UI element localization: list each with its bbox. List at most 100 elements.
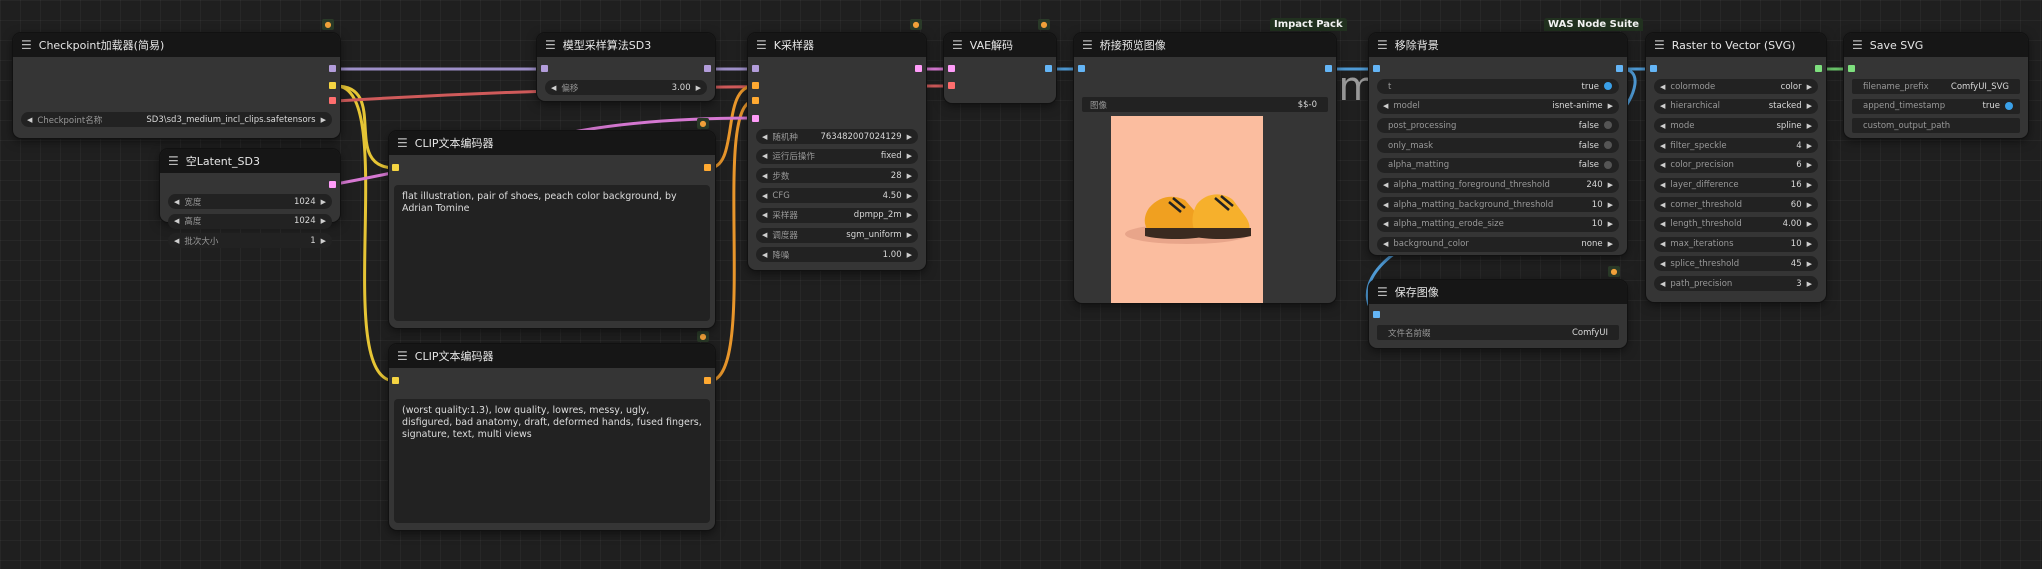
left-arrow-icon[interactable]: ◀ — [1660, 240, 1665, 248]
right-arrow-icon[interactable]: ▶ — [321, 237, 326, 245]
input-image-port[interactable] — [1078, 65, 1085, 72]
left-arrow-icon[interactable]: ◀ — [1660, 181, 1665, 189]
node-title-bar[interactable]: ☰ K采样器 — [748, 33, 926, 57]
output-vae-port[interactable] — [329, 97, 336, 104]
negative-prompt-textarea[interactable]: (worst quality:1.3), low quality, lowres… — [394, 399, 710, 523]
raster-widget-4[interactable]: ◀ color_precision 6 ▶ — [1654, 157, 1818, 173]
left-arrow-icon[interactable]: ◀ — [762, 172, 767, 180]
left-arrow-icon[interactable]: ◀ — [1383, 181, 1388, 189]
output-images-port[interactable] — [1616, 65, 1623, 72]
right-arrow-icon[interactable]: ▶ — [696, 84, 701, 92]
menu-icon[interactable]: ☰ — [1377, 285, 1388, 299]
output-clip-port[interactable] — [329, 82, 336, 89]
toggle-indicator-icon[interactable] — [2005, 101, 2013, 110]
right-arrow-icon[interactable]: ▶ — [907, 172, 912, 180]
output-svg-port[interactable] — [1815, 65, 1822, 72]
save-svg-widget-0[interactable]: filename_prefix ComfyUI_SVG — [1852, 79, 2020, 94]
right-arrow-icon[interactable]: ▶ — [907, 211, 912, 219]
left-arrow-icon[interactable]: ◀ — [1660, 161, 1665, 169]
right-arrow-icon[interactable]: ▶ — [907, 231, 912, 239]
left-arrow-icon[interactable]: ◀ — [762, 133, 767, 141]
right-arrow-icon[interactable]: ▶ — [1608, 240, 1613, 248]
output-model-port[interactable] — [329, 65, 336, 72]
left-arrow-icon[interactable]: ◀ — [762, 211, 767, 219]
node-title-bar[interactable]: ☰ CLIP文本编码器 — [389, 344, 715, 368]
menu-icon[interactable]: ☰ — [756, 38, 767, 52]
node-title-bar[interactable]: ☰ CLIP文本编码器 — [389, 131, 715, 155]
ksampler-widget-2[interactable]: ◀ 步数 28 ▶ — [756, 168, 918, 184]
right-arrow-icon[interactable]: ▶ — [1608, 181, 1613, 189]
model-sampling-sd3-node[interactable]: ☰ 模型采样算法SD3 ◀ 偏移 3.00 ▶ — [537, 33, 715, 101]
raster-widget-1[interactable]: ◀ hierarchical stacked ▶ — [1654, 98, 1818, 114]
rembg-widget-7[interactable]: ◀ alpha_matting_erode_size 10 ▶ — [1377, 216, 1619, 232]
raster-widget-7[interactable]: ◀ length_threshold 4.00 ▶ — [1654, 216, 1818, 232]
left-arrow-icon[interactable]: ◀ — [1660, 142, 1665, 150]
input-model-port[interactable] — [541, 65, 548, 72]
right-arrow-icon[interactable]: ▶ — [1608, 201, 1613, 209]
node-title-bar[interactable]: ☰ Raster to Vector (SVG) — [1646, 33, 1826, 57]
node-title-bar[interactable]: ☰ 空Latent_SD3 — [160, 149, 340, 173]
node-title-bar[interactable]: ☰ 模型采样算法SD3 — [537, 33, 715, 57]
right-arrow-icon[interactable]: ▶ — [1807, 83, 1812, 91]
toggle-indicator-icon[interactable] — [1604, 121, 1612, 130]
output-image-port[interactable] — [1045, 65, 1052, 72]
output-latent-port[interactable] — [329, 181, 336, 188]
empty-latent-node[interactable]: ☰ 空Latent_SD3 ◀ 宽度 1024 ▶ ◀ 高度 1024 ▶ ◀ 批次大小 1 ▶ — [160, 149, 340, 248]
input-images-port[interactable] — [1373, 311, 1380, 318]
node-title-bar[interactable]: ☰ 保存图像 — [1369, 280, 1627, 304]
right-arrow-icon[interactable]: ▶ — [1807, 260, 1812, 268]
left-arrow-icon[interactable]: ◀ — [762, 231, 767, 239]
toggle-indicator-icon[interactable] — [1604, 141, 1612, 150]
input-svg-port[interactable] — [1848, 65, 1855, 72]
ksampler-node[interactable]: ☰ K采样器 ◀ 随机种 763482007024129 ▶ ◀ 运行后操作 fixed ▶ ◀ 步… — [748, 33, 926, 270]
vae-decode-node[interactable]: ☰ VAE解码 — [944, 33, 1056, 103]
latent-widget-2[interactable]: ◀ 批次大小 1 ▶ — [168, 233, 332, 248]
right-arrow-icon[interactable]: ▶ — [1807, 161, 1812, 169]
right-arrow-icon[interactable]: ▶ — [321, 217, 326, 225]
menu-icon[interactable]: ☰ — [1852, 38, 1863, 52]
output-latent-port[interactable] — [915, 65, 922, 72]
left-arrow-icon[interactable]: ◀ — [1660, 220, 1665, 228]
raster-widget-0[interactable]: ◀ colormode color ▶ — [1654, 79, 1818, 94]
save-svg-widget-2[interactable]: custom_output_path — [1852, 118, 2020, 133]
right-arrow-icon[interactable]: ▶ — [1807, 240, 1812, 248]
right-arrow-icon[interactable]: ▶ — [1807, 201, 1812, 209]
node-title-bar[interactable]: ☰ 桥接预览图像 — [1074, 33, 1336, 57]
raster-widget-8[interactable]: ◀ max_iterations 10 ▶ — [1654, 236, 1818, 252]
left-arrow-icon[interactable]: ◀ — [1383, 201, 1388, 209]
right-arrow-icon[interactable]: ▶ — [1608, 102, 1613, 110]
ksampler-widget-5[interactable]: ◀ 调度器 sgm_uniform ▶ — [756, 227, 918, 243]
shift-stepper[interactable]: ◀ 偏移 3.00 ▶ — [545, 80, 707, 95]
left-arrow-icon[interactable]: ◀ — [762, 192, 767, 200]
left-arrow-icon[interactable]: ◀ — [1383, 220, 1388, 228]
toggle-indicator-icon[interactable] — [1604, 160, 1612, 169]
menu-icon[interactable]: ☰ — [1377, 38, 1388, 52]
node-title-bar[interactable]: ☰ 移除背景 — [1369, 33, 1627, 57]
right-arrow-icon[interactable]: ▶ — [1807, 220, 1812, 228]
toggle-indicator-icon[interactable] — [1604, 82, 1612, 90]
input-samples-port[interactable] — [948, 65, 955, 72]
left-arrow-icon[interactable]: ◀ — [1660, 83, 1665, 91]
clip-text-encode-negative-node[interactable]: ☰ CLIP文本编码器 (worst quality:1.3), low qual… — [389, 344, 715, 530]
output-conditioning-port[interactable] — [704, 377, 711, 384]
input-images-port[interactable] — [1373, 65, 1380, 72]
right-arrow-icon[interactable]: ▶ — [1608, 220, 1613, 228]
menu-icon[interactable]: ☰ — [1082, 38, 1093, 52]
input-latent-port[interactable] — [752, 115, 759, 122]
node-title-bar[interactable]: ☰ Checkpoint加载器(简易) — [13, 33, 340, 57]
rembg-widget-3[interactable]: only_mask false — [1377, 138, 1619, 154]
left-arrow-icon[interactable]: ◀ — [174, 237, 179, 245]
preview-bridge-node[interactable]: ☰ 桥接预览图像 图像 $$-0 — [1074, 33, 1336, 303]
rembg-widget-8[interactable]: ◀ background_color none ▶ — [1377, 236, 1619, 252]
raster-widget-9[interactable]: ◀ splice_threshold 45 ▶ — [1654, 256, 1818, 272]
input-positive-port[interactable] — [752, 82, 759, 89]
ksampler-widget-4[interactable]: ◀ 采样器 dpmpp_2m ▶ — [756, 207, 918, 223]
left-arrow-icon[interactable]: ◀ — [1660, 280, 1665, 288]
rembg-widget-2[interactable]: post_processing false — [1377, 118, 1619, 134]
left-arrow-icon[interactable]: ◀ — [1660, 201, 1665, 209]
right-arrow-icon[interactable]: ▶ — [1807, 280, 1812, 288]
latent-widget-0[interactable]: ◀ 宽度 1024 ▶ — [168, 194, 332, 209]
image-field[interactable]: 图像 $$-0 — [1082, 97, 1328, 112]
node-title-bar[interactable]: ☰ VAE解码 — [944, 33, 1056, 57]
ksampler-widget-6[interactable]: ◀ 降噪 1.00 ▶ — [756, 247, 918, 263]
